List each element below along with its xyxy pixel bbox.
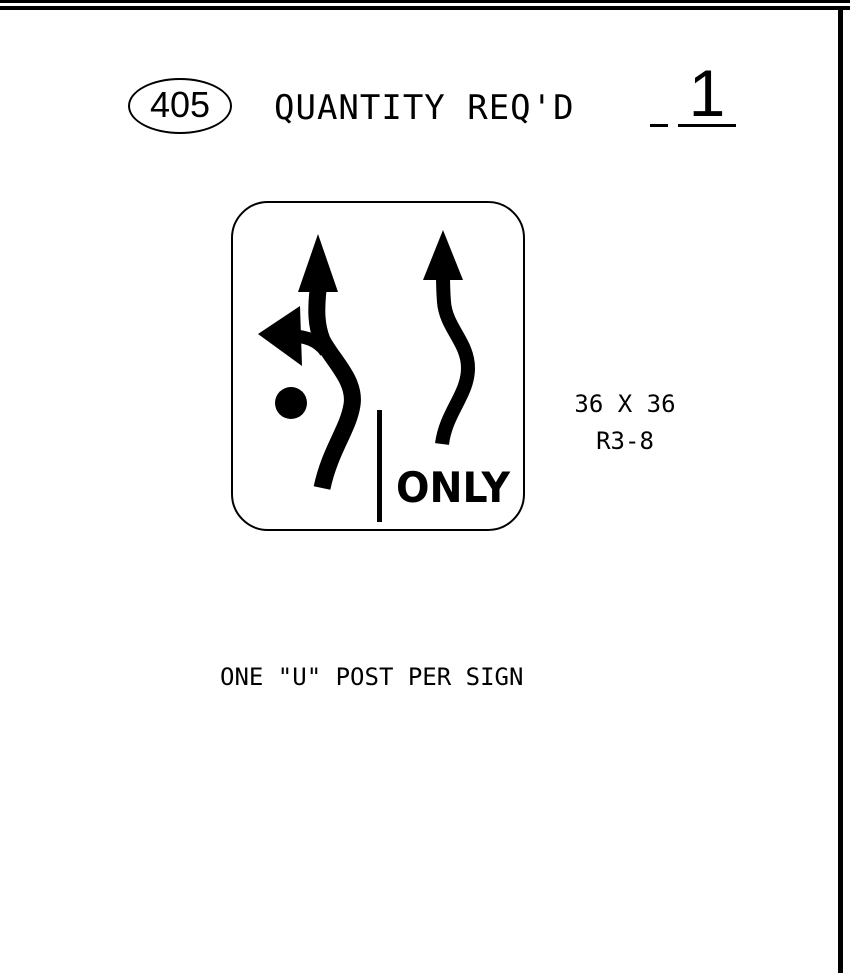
sign-legend: ONLY <box>396 463 511 512</box>
post-note: ONE "U" POST PER SIGN <box>220 663 524 691</box>
legend-divider <box>377 410 382 522</box>
sheet-border-right <box>838 6 843 973</box>
lane-use-sign: ONLY <box>231 201 525 531</box>
quantity-label: QUANTITY REQ'D <box>274 88 575 128</box>
sheet-border-inner-top <box>0 6 850 10</box>
sign-size: 36 X 36 <box>574 390 676 418</box>
sign-code: R3-8 <box>596 427 654 455</box>
quantity-value: 1 <box>688 56 726 130</box>
sheet-border-top <box>0 0 850 3</box>
sign-number: 405 <box>149 84 211 125</box>
quantity-blank-underline <box>650 124 668 127</box>
